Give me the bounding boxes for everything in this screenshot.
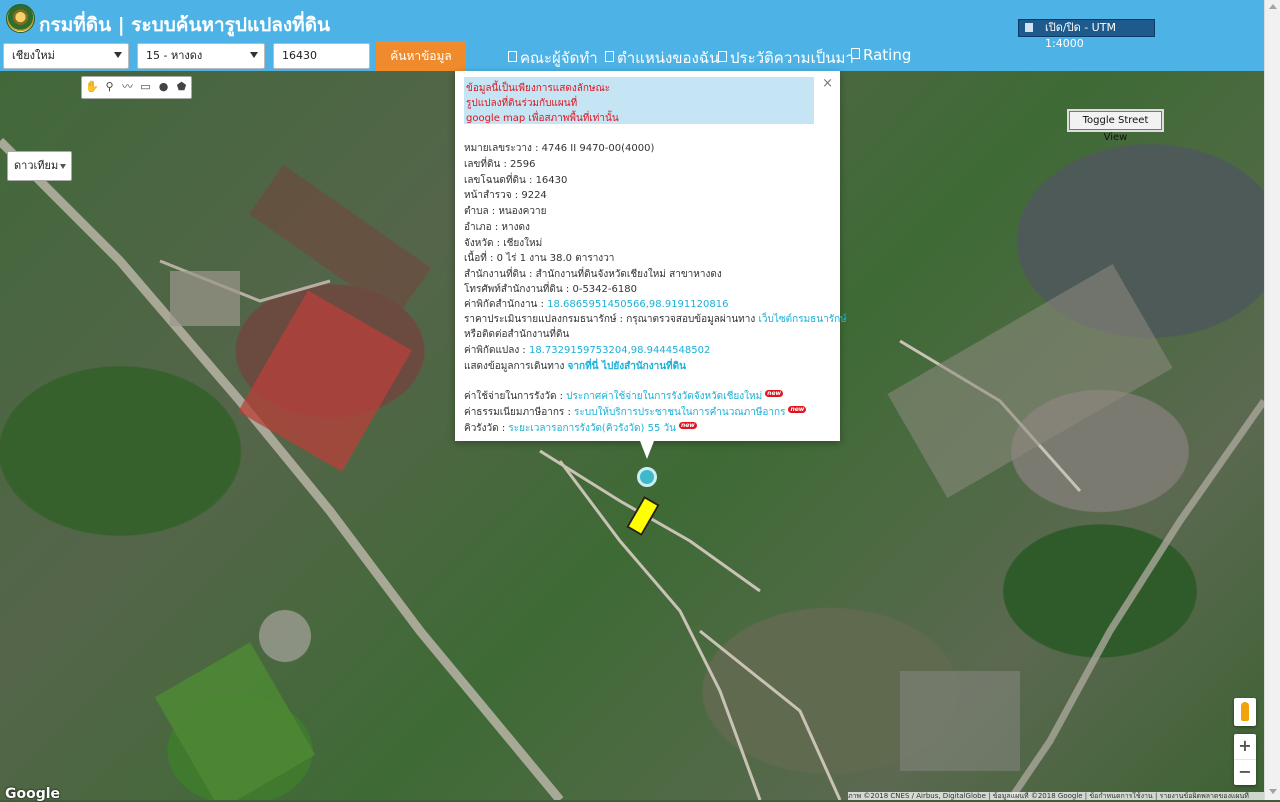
square-icon: [508, 51, 517, 62]
field-office-coordinate: ค่าพิกัดสำนักงาน : 18.6865951450566,98.9…: [464, 299, 729, 310]
survey-queue-link[interactable]: ระยะเวลารอการรังวัด(คิวรังวัด) 55 วัน: [508, 423, 676, 434]
parcel-number-value: 16430: [282, 49, 317, 62]
map-type-select[interactable]: ดาวเทียม: [7, 151, 72, 181]
district-select-value: 15 - หางดง: [146, 49, 203, 62]
square-icon: [718, 51, 727, 62]
scroll-up-icon[interactable]: [1269, 4, 1277, 9]
rectangle-icon[interactable]: ▭: [139, 80, 152, 93]
field-appraisal: ราคาประเมินรายแปลงกรมธนารักษ์ : กรุณาตรว…: [464, 314, 847, 325]
disclaimer-notice: ข้อมูลนี้เป็นเพียงการแสดงลักษณะ รูปแปลงท…: [464, 77, 814, 124]
new-badge: new: [678, 422, 697, 429]
field-survey-cost: ค่าใช้จ่ายในการรังวัด : ประกาศค่าใช้จ่าย…: [464, 390, 784, 402]
field-land-office: สำนักงานที่ดิน : สำนักงานที่ดินจังหวัดเช…: [464, 269, 722, 280]
field-survey-queue: คิวรังวัด : ระยะเวลารอการรังวัด(คิวรังวั…: [464, 422, 697, 434]
search-button[interactable]: ค้นหาข้อมูล: [376, 41, 466, 71]
nav-item-my-location[interactable]: ตำแหน่งของฉัน: [605, 46, 719, 70]
treasury-website-link[interactable]: เว็บไซต์กรมธนารักษ์: [758, 314, 846, 325]
district-select[interactable]: 15 - หางดง: [137, 43, 265, 69]
field-tax-fee: ค่าธรรมเนียมภาษีอากร : ระบบให้บริการประช…: [464, 406, 807, 418]
polyline-icon[interactable]: 〰: [121, 80, 134, 93]
new-badge: new: [788, 406, 807, 413]
nav-item-label: ตำแหน่งของฉัน: [617, 49, 720, 67]
field-land-number: เลขที่ดิน : 2596: [464, 159, 536, 170]
polygon-icon[interactable]: ⬟: [175, 80, 188, 93]
map-copyright[interactable]: ภาพ ©2018 CNES / Airbus, DigitalGlobe | …: [848, 792, 1264, 800]
map-type-value: ดาวเทียม: [14, 159, 59, 172]
parcel-number-input[interactable]: 16430: [273, 43, 370, 69]
route-to-office-link[interactable]: จากที่นี่ ไปยังสำนักงานที่ดิน: [568, 361, 686, 372]
field-district: อำเภอ : หางดง: [464, 222, 530, 233]
notice-line: ข้อมูลนี้เป็นเพียงการแสดงลักษณะ: [466, 83, 611, 94]
zoom-out-button[interactable]: −: [1234, 760, 1256, 785]
circle-icon[interactable]: ●: [157, 80, 170, 93]
utm-toggle-button[interactable]: เปิด/ปิด - UTM 1:4000: [1018, 19, 1155, 50]
header-bar: กรมที่ดิน | ระบบค้นหารูปแปลงที่ดิน เปิด/…: [0, 0, 1264, 71]
province-select-value: เชียงใหม่: [12, 49, 55, 62]
field-province: จังหวัด : เชียงใหม่: [464, 238, 543, 249]
field-sheet-number: หมายเลขระวาง : 4746 II 9470-00(4000): [464, 143, 655, 154]
nav-item-label: Rating: [863, 46, 912, 64]
nav-item-history[interactable]: ประวัติความเป็นมา: [718, 46, 854, 70]
nav-item-team[interactable]: คณะผู้จัดทำ: [508, 46, 598, 70]
province-select[interactable]: เชียงใหม่: [3, 43, 129, 69]
new-badge: new: [765, 390, 784, 397]
nav-item-label: คณะผู้จัดทำ: [520, 49, 598, 67]
chevron-down-icon: [114, 52, 122, 58]
utm-toggle-label: เปิด/ปิด - UTM 1:4000: [1045, 21, 1116, 50]
marker-icon[interactable]: ⚲: [103, 80, 116, 93]
chevron-down-icon: [60, 164, 66, 169]
square-icon: [851, 48, 860, 59]
department-of-lands-seal-icon: [6, 4, 35, 33]
toggle-street-view-button[interactable]: Toggle Street View: [1069, 111, 1162, 143]
info-window-pointer: [640, 441, 654, 459]
parcel-info-window: × ข้อมูลนี้เป็นเพียงการแสดงลักษณะ รูปแปล…: [455, 71, 847, 441]
parcel-coordinate-link[interactable]: 18.7329159753204,98.9444548502: [529, 345, 710, 356]
field-route: แสดงข้อมูลการเดินทาง จากที่นี่ ไปยังสำนั…: [464, 361, 686, 372]
page-scrollbar[interactable]: [1264, 0, 1280, 800]
hand-icon[interactable]: ✋: [85, 80, 99, 93]
street-view-pegman-icon[interactable]: [1234, 698, 1256, 726]
field-subdistrict: ตำบล : หนองควาย: [464, 206, 547, 217]
survey-cost-link[interactable]: ประกาศค่าใช้จ่ายในการรังวัดจังหวัดเชียงใ…: [566, 391, 762, 402]
office-coordinate-link[interactable]: 18.6865951450566,98.9191120816: [547, 299, 728, 310]
field-office-phone: โทรศัพท์สำนักงานที่ดิน : 0-5342-6180: [464, 284, 637, 295]
close-icon[interactable]: ×: [822, 76, 833, 91]
location-marker-icon[interactable]: [637, 467, 657, 487]
zoom-in-button[interactable]: +: [1234, 734, 1256, 760]
page-title: กรมที่ดิน | ระบบค้นหารูปแปลงที่ดิน: [39, 14, 331, 36]
field-survey-page: หน้าสำรวจ : 9224: [464, 190, 547, 201]
field-deed-number: เลขโฉนดที่ดิน : 16430: [464, 175, 568, 186]
square-icon: [605, 51, 614, 62]
field-area: เนื้อที่ : 0 ไร่ 1 งาน 38.0 ตารางวา: [464, 253, 615, 264]
nav-item-rating[interactable]: Rating: [851, 46, 911, 64]
field-appraisal-contact: หรือติดต่อสำนักงานที่ดิน: [464, 329, 570, 340]
field-parcel-coordinate: ค่าพิกัดแปลง : 18.7329159753204,98.94445…: [464, 345, 711, 356]
tax-calculator-link[interactable]: ระบบให้บริการประชาชนในการคำนวณภาษีอากร: [574, 407, 785, 418]
drawing-toolbar: ✋ ⚲ 〰 ▭ ● ⬟: [81, 76, 192, 99]
checkbox-icon: [1025, 23, 1033, 32]
scroll-down-icon[interactable]: [1269, 789, 1277, 794]
nav-item-label: ประวัติความเป็นมา: [730, 49, 854, 67]
notice-line: รูปแปลงที่ดินร่วมกับแผนที่: [466, 98, 578, 109]
notice-line: google map เพื่อสภาพพื้นที่เท่านั้น: [466, 113, 619, 124]
zoom-control: + −: [1234, 734, 1256, 785]
chevron-down-icon: [250, 52, 258, 58]
